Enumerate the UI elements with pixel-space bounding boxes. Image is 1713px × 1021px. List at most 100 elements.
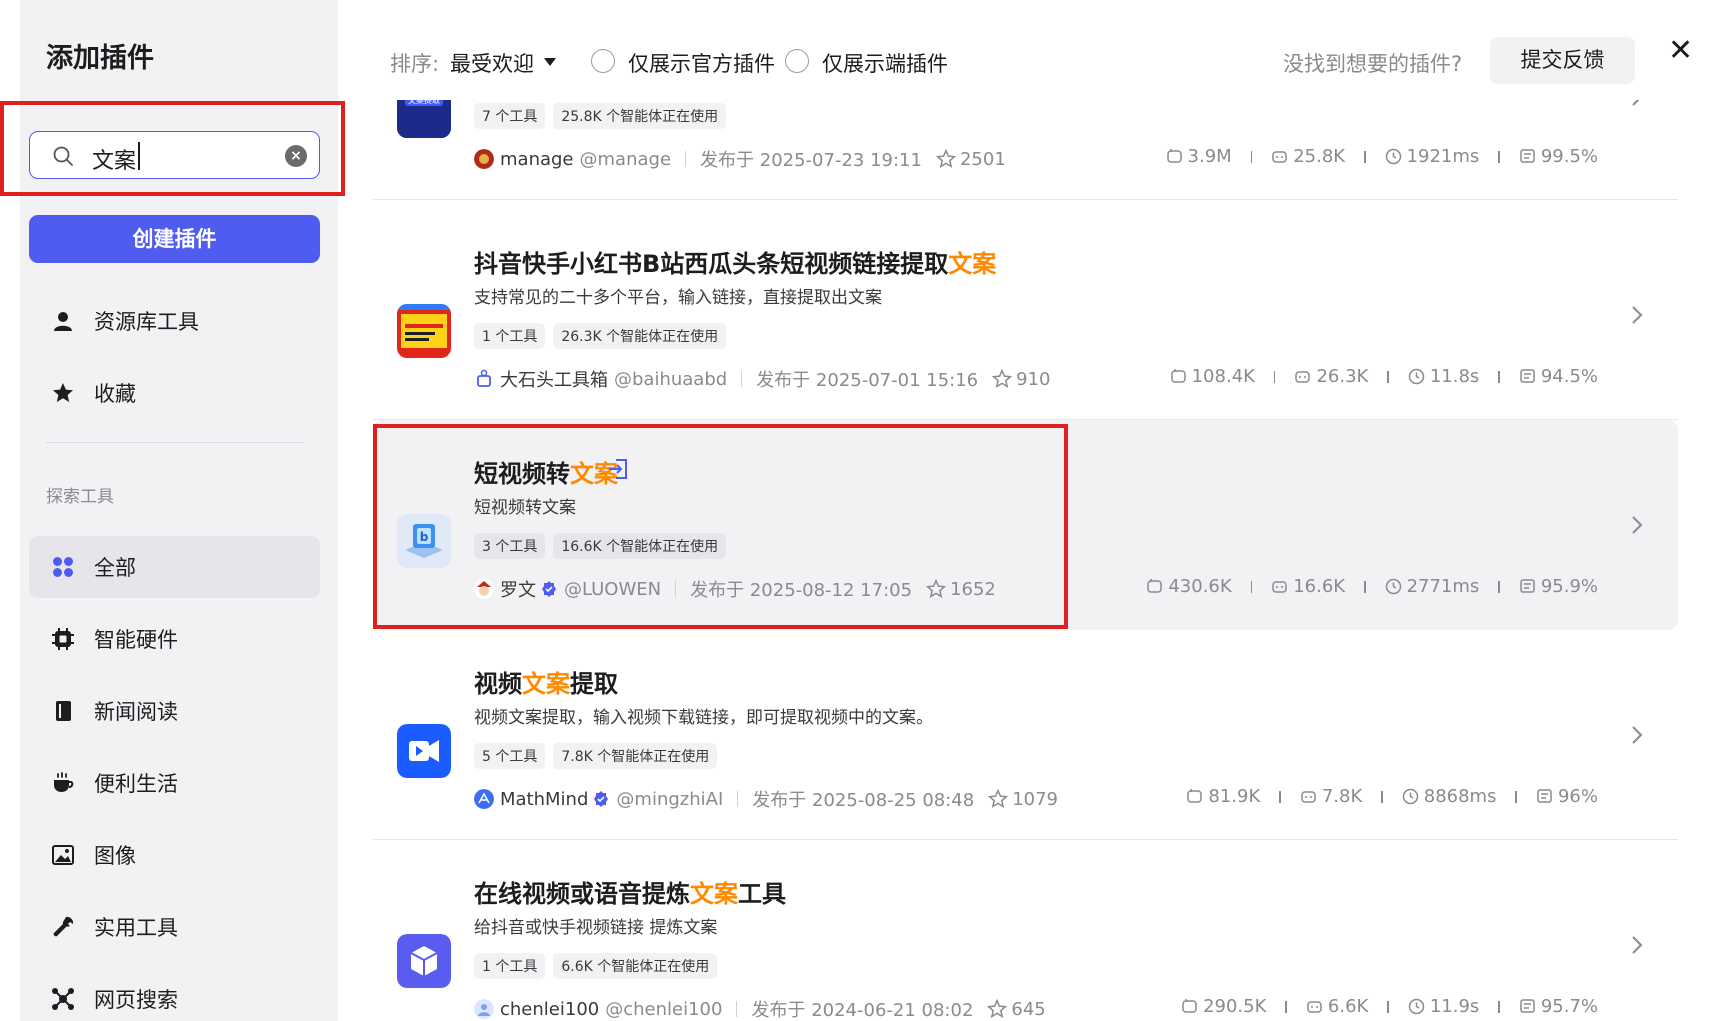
star-count: 645 (1011, 998, 1046, 1020)
avatar (474, 999, 494, 1019)
calls-icon (1187, 789, 1203, 803)
category-web-search[interactable]: 网页搜索 (29, 968, 320, 1021)
plugin-card[interactable]: 视频文案提取 视频文案提取，输入视频下载链接，即可提取视频中的文案。 5 个工具… (373, 630, 1678, 840)
bot-icon (1307, 1001, 1322, 1013)
latency: 11.8s (1429, 366, 1480, 387)
calls-count: 290.5K (1203, 996, 1267, 1017)
plugin-title-text: 抖音快手小红书B站西瓜头条短视频链接提取 (474, 250, 949, 278)
calls-count: 3.9M (1187, 146, 1232, 167)
chevron-right-icon[interactable] (1630, 514, 1644, 536)
star-outline-icon (987, 999, 1008, 1019)
plugin-card[interactable]: 文案提取 7 个工具 25.8K 个智能体正在使用 manage @manage… (373, 100, 1678, 200)
network-icon (52, 988, 74, 1010)
wrench-icon (53, 916, 74, 937)
chevron-right-icon[interactable] (1630, 934, 1644, 956)
latency: 2771ms (1406, 576, 1480, 597)
chevron-right-icon[interactable] (1630, 100, 1644, 108)
plugin-title[interactable]: 视频文案提取 (474, 664, 618, 699)
divider (685, 151, 687, 167)
device-filter-label[interactable]: 仅展示端插件 (822, 48, 948, 78)
divider (737, 791, 739, 807)
author-handle: @chenlei100 (605, 998, 723, 1020)
plugin-title[interactable]: 在线视频或语音提炼文案工具 (474, 874, 786, 909)
plugin-stats: 3.9M 25.8K 1921ms 99.5% (1166, 146, 1598, 167)
author-handle: @baihuaabd (614, 368, 728, 390)
create-plugin-button[interactable]: 创建插件 (29, 215, 320, 263)
success-rate: 96% (1557, 786, 1598, 807)
plugin-title[interactable]: 抖音快手小红书B站西瓜头条短视频链接提取文案 (474, 244, 996, 279)
chip-icon (52, 628, 74, 650)
category-life[interactable]: 便利生活 (29, 752, 320, 814)
plugin-logo: 文案提取 (397, 100, 451, 138)
latency: 8868ms (1423, 786, 1497, 807)
plugin-logo (397, 934, 451, 988)
official-filter-label[interactable]: 仅展示官方插件 (628, 48, 775, 78)
bot-count: 26.3K (1316, 366, 1369, 387)
category-image[interactable]: 图像 (29, 824, 320, 886)
sidebar-item-label: 资源库工具 (94, 310, 199, 334)
author-name[interactable]: 大石头工具箱 (500, 366, 608, 392)
plugin-card[interactable]: 抖音快手小红书B站西瓜头条短视频链接提取文案 支持常见的二十多个平台，输入链接，… (373, 210, 1678, 420)
bot-count: 6.6K (1327, 996, 1369, 1017)
star-icon (53, 383, 73, 402)
category-label: 实用工具 (94, 916, 178, 940)
book-icon (56, 701, 71, 721)
author-name[interactable]: manage (500, 149, 574, 170)
annotation-highlight-search (0, 101, 345, 196)
chevron-right-icon[interactable] (1630, 304, 1644, 326)
success-rate-icon (1520, 369, 1535, 383)
clock-icon (1408, 368, 1425, 385)
sidebar-item-favorites[interactable]: 收藏 (29, 362, 320, 424)
author-name[interactable]: chenlei100 (500, 999, 599, 1020)
success-rate-icon (1520, 149, 1535, 163)
clock-icon (1402, 788, 1418, 805)
grid-icon (53, 557, 73, 577)
author-name[interactable]: MathMind (500, 789, 588, 810)
success-rate-icon (1537, 789, 1552, 803)
chevron-right-icon[interactable] (1630, 724, 1644, 746)
feedback-button[interactable]: 提交反馈 (1490, 37, 1635, 84)
sidebar-divider (46, 442, 304, 443)
calls-count: 430.6K (1168, 576, 1232, 597)
plugin-tags: 1 个工具 6.6K 个智能体正在使用 (474, 953, 718, 979)
plugin-tags: 5 个工具 7.8K 个智能体正在使用 (474, 743, 718, 769)
category-label: 智能硬件 (94, 628, 178, 652)
calls-count: 108.4K (1191, 366, 1255, 387)
clock-icon (1408, 998, 1425, 1015)
plugin-description: 给抖音或快手视频链接 提炼文案 (474, 918, 718, 938)
plugin-title-text: 提取 (570, 670, 618, 698)
plugin-title-text: 工具 (738, 880, 786, 908)
avatar (474, 149, 494, 169)
official-filter-radio[interactable] (591, 49, 615, 73)
bot-count: 7.8K (1321, 786, 1363, 807)
category-news[interactable]: 新闻阅读 (29, 680, 320, 742)
plugin-card[interactable]: 在线视频或语音提炼文案工具 给抖音或快手视频链接 提炼文案 1 个工具 6.6K… (373, 840, 1678, 1021)
sidebar-item-library[interactable]: 资源库工具 (29, 290, 320, 352)
calls-count: 81.9K (1208, 786, 1261, 807)
annotation-highlight-card (373, 424, 1068, 629)
caret-down-icon[interactable] (544, 58, 556, 66)
category-label: 全部 (94, 556, 136, 580)
author-handle: @manage (579, 148, 672, 170)
close-icon[interactable]: ✕ (1668, 36, 1693, 66)
sort-dropdown[interactable]: 最受欢迎 (450, 48, 534, 78)
success-rate-icon (1520, 999, 1535, 1013)
usage-tag: 25.8K 个智能体正在使用 (553, 103, 727, 129)
plugin-meta: manage @manage 发布于 2025-07-23 19:11 2501 (474, 146, 1006, 172)
category-all[interactable]: 全部 (29, 536, 320, 598)
category-tools[interactable]: 实用工具 (29, 896, 320, 958)
calls-icon (1182, 999, 1197, 1013)
plugin-meta: 大石头工具箱 @baihuaabd 发布于 2025-07-01 15:16 9… (474, 366, 1050, 392)
plugin-title-text: 在线视频或语音提炼 (474, 880, 690, 908)
category-hardware[interactable]: 智能硬件 (29, 608, 320, 670)
star-count: 2501 (959, 148, 1006, 170)
success-rate: 95.7% (1540, 996, 1598, 1017)
bot-icon (1272, 581, 1287, 593)
usage-tag: 6.6K 个智能体正在使用 (553, 953, 718, 979)
sort-label: 排序: (390, 52, 440, 76)
section-label: 探索工具 (46, 487, 114, 507)
device-filter-radio[interactable] (785, 49, 809, 73)
plugin-tags: 7 个工具 25.8K 个智能体正在使用 (474, 103, 727, 129)
search-match-highlight: 文案 (948, 250, 997, 278)
cup-icon (54, 772, 74, 792)
